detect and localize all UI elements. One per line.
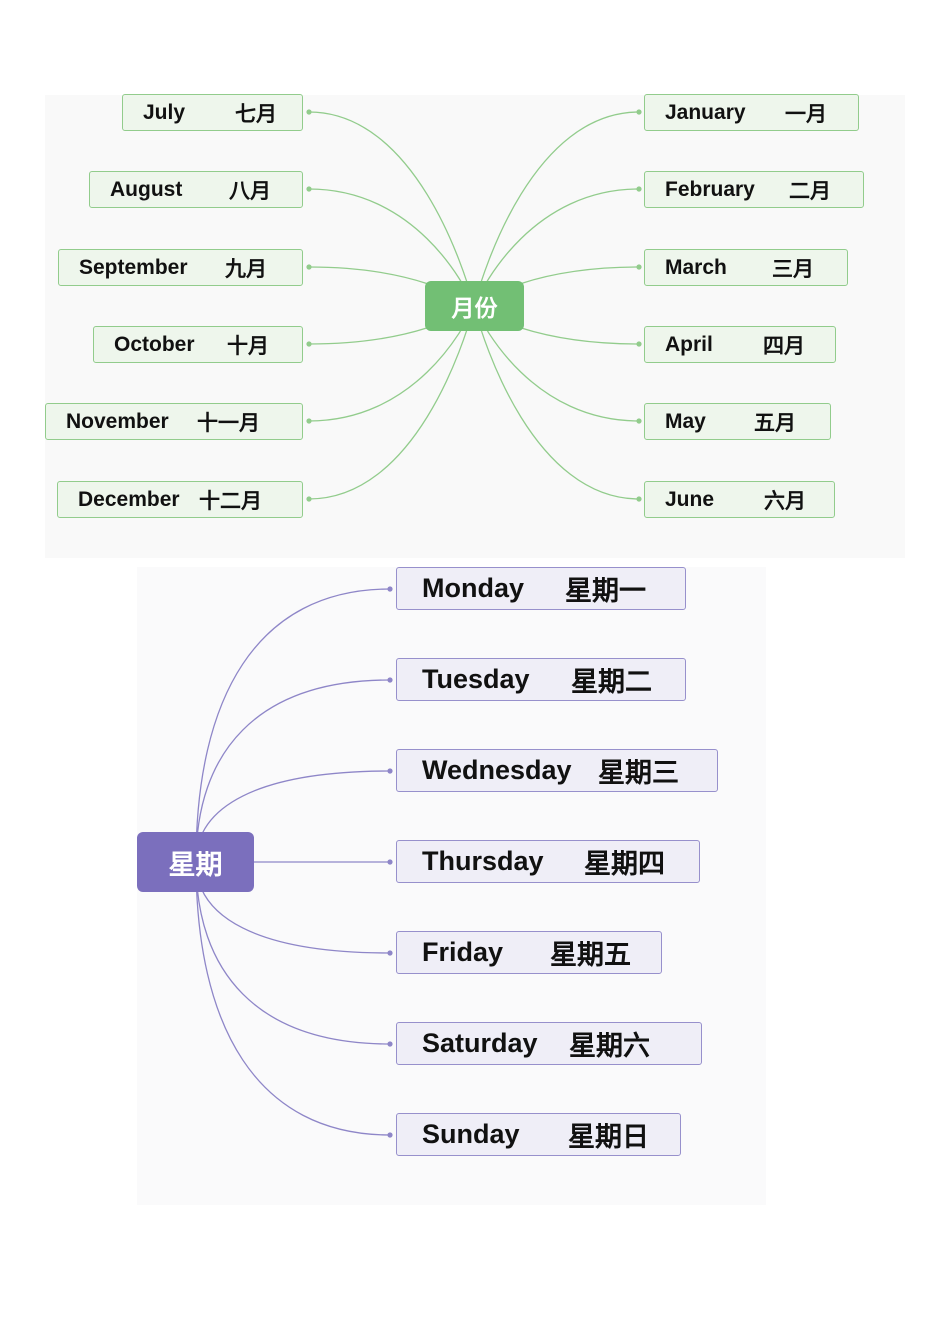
month-english-label: October: [114, 332, 195, 356]
month-chinese-label: 十一月: [197, 410, 260, 435]
weekday-chinese-label: 星期三: [598, 758, 679, 789]
month-english-label: July: [143, 100, 186, 124]
month-english-label: April: [665, 332, 713, 356]
weekday-english-label: Saturday: [422, 1028, 538, 1058]
weekday-chinese-label: 星期四: [584, 849, 665, 880]
month-chinese-label: 七月: [235, 101, 277, 126]
month-node-february[interactable]: February 二月: [644, 171, 864, 208]
month-chinese-label: 五月: [754, 410, 796, 435]
weekday-chinese-label: 星期日: [568, 1122, 649, 1153]
month-node-january[interactable]: January 一月: [644, 94, 859, 131]
month-english-label: November: [66, 409, 169, 433]
month-chinese-label: 十二月: [199, 488, 262, 513]
month-node-march[interactable]: March 三月: [644, 249, 848, 286]
month-node-april[interactable]: April 四月: [644, 326, 836, 363]
month-english-label: December: [78, 487, 180, 511]
weekday-node-wednesday[interactable]: Wednesday 星期三: [396, 749, 718, 792]
month-node-august[interactable]: August 八月: [89, 171, 303, 208]
month-chinese-label: 三月: [772, 256, 814, 281]
weekday-node-sunday[interactable]: Sunday 星期日: [396, 1113, 681, 1156]
month-chinese-label: 四月: [763, 333, 805, 358]
weekday-chinese-label: 星期五: [550, 940, 631, 971]
month-english-label: February: [665, 177, 755, 201]
month-node-october[interactable]: October 十月: [93, 326, 303, 363]
month-chinese-label: 六月: [764, 488, 806, 513]
month-chinese-label: 一月: [785, 101, 827, 126]
month-node-july[interactable]: July 七月: [122, 94, 303, 131]
month-node-june[interactable]: June 六月: [644, 481, 835, 518]
weekday-node-thursday[interactable]: Thursday 星期四: [396, 840, 700, 883]
weekday-chinese-label: 星期二: [571, 667, 652, 698]
weekday-english-label: Wednesday: [422, 755, 572, 785]
month-node-november[interactable]: November 十一月: [45, 403, 303, 440]
month-english-label: September: [79, 255, 188, 279]
month-chinese-label: 八月: [229, 178, 271, 203]
weekday-english-label: Friday: [422, 937, 504, 967]
weekday-english-label: Thursday: [422, 846, 544, 876]
weekday-node-monday[interactable]: Monday 星期一: [396, 567, 686, 610]
month-english-label: June: [665, 487, 715, 511]
weekdays-root-node[interactable]: 星期: [137, 832, 254, 892]
month-chinese-label: 二月: [789, 178, 831, 203]
weekday-english-label: Sunday: [422, 1119, 520, 1149]
weekday-english-label: Tuesday: [422, 664, 530, 694]
month-node-september[interactable]: September 九月: [58, 249, 303, 286]
weekday-node-friday[interactable]: Friday 星期五: [396, 931, 662, 974]
month-english-label: May: [665, 409, 706, 433]
weekday-chinese-label: 星期一: [565, 576, 646, 607]
months-root-node[interactable]: 月份: [425, 281, 524, 331]
month-english-label: March: [665, 255, 727, 279]
weekday-node-tuesday[interactable]: Tuesday 星期二: [396, 658, 686, 701]
month-chinese-label: 十月: [227, 333, 269, 358]
weekday-chinese-label: 星期六: [569, 1031, 650, 1062]
weekday-english-label: Monday: [422, 573, 525, 603]
month-english-label: January: [665, 100, 746, 124]
weekday-node-saturday[interactable]: Saturday 星期六: [396, 1022, 702, 1065]
month-node-may[interactable]: May 五月: [644, 403, 831, 440]
month-english-label: August: [110, 177, 183, 201]
month-node-december[interactable]: December 十二月: [57, 481, 303, 518]
month-chinese-label: 九月: [225, 256, 267, 281]
